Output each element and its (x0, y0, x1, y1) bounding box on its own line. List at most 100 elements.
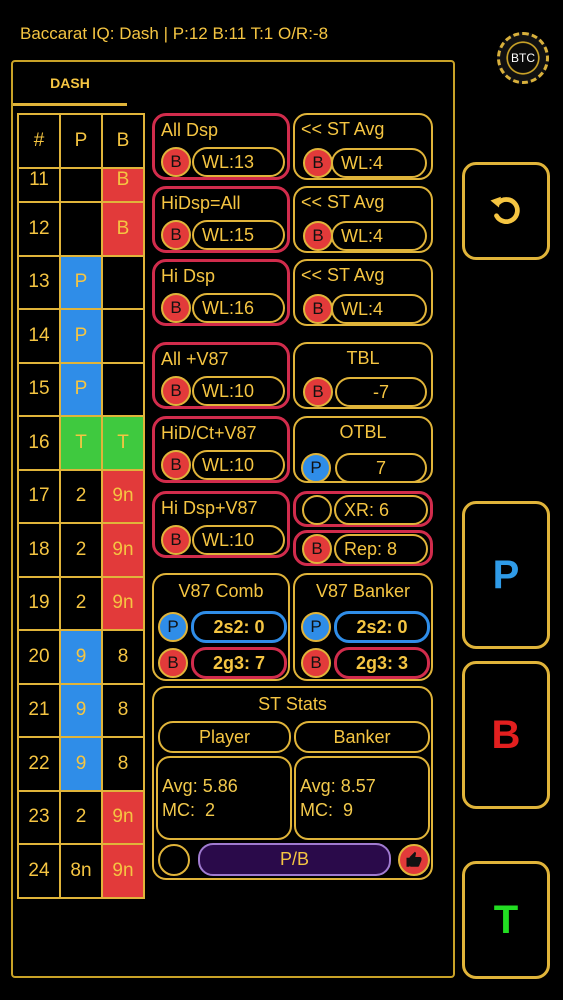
bet-badge: B (161, 376, 191, 406)
banker-cell: 8 (101, 682, 145, 738)
otbl-value-pill: 7 (335, 453, 427, 483)
banker-cell (101, 254, 145, 310)
signal-label: Hi Dsp+V87 (161, 498, 258, 518)
signal-hidsp-all[interactable]: HiDsp=All B WL:15 (152, 186, 290, 253)
table-row: 17 2 9n (17, 468, 145, 524)
signal-st-avg-3[interactable]: << ST Avg B WL:4 (293, 259, 433, 326)
v87-comb-label: V87 Comb (178, 581, 264, 601)
hand-number-cell: 17 (17, 468, 61, 524)
player-stats-button[interactable]: Player (158, 721, 291, 753)
signal-label: << ST Avg (301, 192, 385, 212)
v87-banker-label: V87 Banker (315, 581, 411, 601)
grid-header-player: P (59, 113, 103, 169)
table-row: 22 9 8 (17, 736, 145, 792)
bet-badge: B (161, 525, 191, 555)
signal-label: TBL (346, 348, 380, 368)
signal-label: << ST Avg (301, 265, 385, 285)
player-stats-card: Avg: 5.86 MC: 2 (156, 756, 292, 840)
hand-number-cell: 18 (17, 522, 61, 578)
xr-pill: XR: 6 (334, 495, 428, 525)
player-bet-button[interactable]: P (462, 501, 550, 649)
hand-number-cell: 15 (17, 361, 61, 417)
banker-cell: 8 (101, 736, 145, 792)
table-row: 19 2 9n (17, 575, 145, 631)
status-bar-text: Baccarat IQ: Dash | P:12 B:11 T:1 O/R:-8 (20, 24, 329, 43)
signal-rep[interactable]: B Rep: 8 (293, 530, 433, 566)
wl-pill: WL:4 (331, 221, 427, 251)
empty-indicator (158, 844, 190, 876)
v87-banker-panel: V87 Banker P 2s2: 0 B 2g3: 3 (293, 573, 433, 681)
btc-logo[interactable]: BTC (497, 32, 549, 84)
thumbs-up-button[interactable] (398, 844, 430, 876)
v87-comb-panel: V87 Comb P 2s2: 0 B 2g3: 7 (152, 573, 290, 681)
thumbs-up-icon (405, 851, 423, 869)
wl-pill: WL:16 (192, 293, 285, 323)
hand-number-cell: 11 (17, 167, 61, 203)
hand-number-cell: 16 (17, 415, 61, 471)
player-badge: P (158, 612, 188, 642)
player-cell: 2 (59, 522, 103, 578)
hand-number-cell: 20 (17, 629, 61, 685)
bet-badge: B (303, 148, 333, 178)
player-cell (59, 167, 103, 203)
banker-cell: T (101, 415, 145, 471)
banker-cell (101, 308, 145, 364)
table-row: 21 9 8 (17, 682, 145, 738)
table-row: 23 2 9n (17, 789, 145, 845)
tie-bet-button[interactable]: T (462, 861, 550, 979)
player-cell: 2 (59, 575, 103, 631)
wl-pill: WL:15 (192, 220, 285, 250)
banker-bet-button[interactable]: B (462, 661, 550, 809)
player-cell: 9 (59, 682, 103, 738)
table-row: 18 2 9n (17, 522, 145, 578)
player-cell (59, 201, 103, 257)
table-row: 14 P (17, 308, 145, 364)
signal-all-v87[interactable]: All +V87 B WL:10 (152, 342, 290, 409)
wl-pill: WL:13 (192, 147, 285, 177)
table-row: 15 P (17, 361, 145, 417)
signal-hi-dsp[interactable]: Hi Dsp B WL:16 (152, 259, 290, 326)
signal-hid-ct-v87[interactable]: HiD/Ct+V87 B WL:10 (152, 416, 290, 483)
undo-button[interactable] (462, 162, 550, 260)
signal-label: HiDsp=All (161, 193, 241, 213)
signal-st-avg-1[interactable]: << ST Avg B WL:4 (293, 113, 433, 180)
pb-button[interactable]: P/B (198, 843, 391, 876)
hand-number-cell: 14 (17, 308, 61, 364)
signal-tbl[interactable]: TBL B -7 (293, 342, 433, 409)
player-cell: 8n (59, 843, 103, 899)
player-cell: 9 (59, 736, 103, 792)
signal-all-dsp[interactable]: All Dsp B WL:13 (152, 113, 290, 180)
wl-pill: WL:4 (331, 294, 427, 324)
banker-stats-button[interactable]: Banker (294, 721, 430, 753)
player-cell: 2 (59, 468, 103, 524)
v87-comb-player-pill: 2s2: 0 (191, 611, 287, 643)
banker-cell (101, 361, 145, 417)
grid-header-number: # (17, 113, 61, 169)
bet-badge: B (161, 450, 191, 480)
btc-logo-text: BTC (511, 51, 535, 65)
signal-xr[interactable]: XR: 6 (293, 491, 433, 527)
table-row: 20 9 8 (17, 629, 145, 685)
signal-hi-dsp-v87[interactable]: Hi Dsp+V87 B WL:10 (152, 491, 290, 558)
signal-label: OTBL (339, 422, 387, 442)
banker-badge: B (158, 648, 188, 678)
banker-cell: 9n (101, 468, 145, 524)
tab-dash[interactable]: DASH (13, 62, 127, 106)
banker-cell: 9n (101, 843, 145, 899)
signal-st-avg-2[interactable]: << ST Avg B WL:4 (293, 186, 433, 253)
wl-pill: WL:4 (331, 148, 427, 178)
hand-number-cell: 13 (17, 254, 61, 310)
bet-badge: B (303, 221, 333, 251)
banker-cell: B (101, 201, 145, 257)
hand-number-cell: 12 (17, 201, 61, 257)
v87-banker-banker-pill: 2g3: 3 (334, 647, 430, 679)
hand-number-cell: 23 (17, 789, 61, 845)
player-cell: P (59, 308, 103, 364)
st-stats-title: ST Stats (258, 694, 327, 714)
banker-mc: MC: 9 (300, 800, 354, 820)
signal-label: All +V87 (161, 349, 229, 369)
signal-otbl[interactable]: OTBL P 7 (293, 416, 433, 483)
table-row: 16 T T (17, 415, 145, 471)
table-row: 11 B (17, 167, 145, 203)
bet-badge: B (161, 220, 191, 250)
